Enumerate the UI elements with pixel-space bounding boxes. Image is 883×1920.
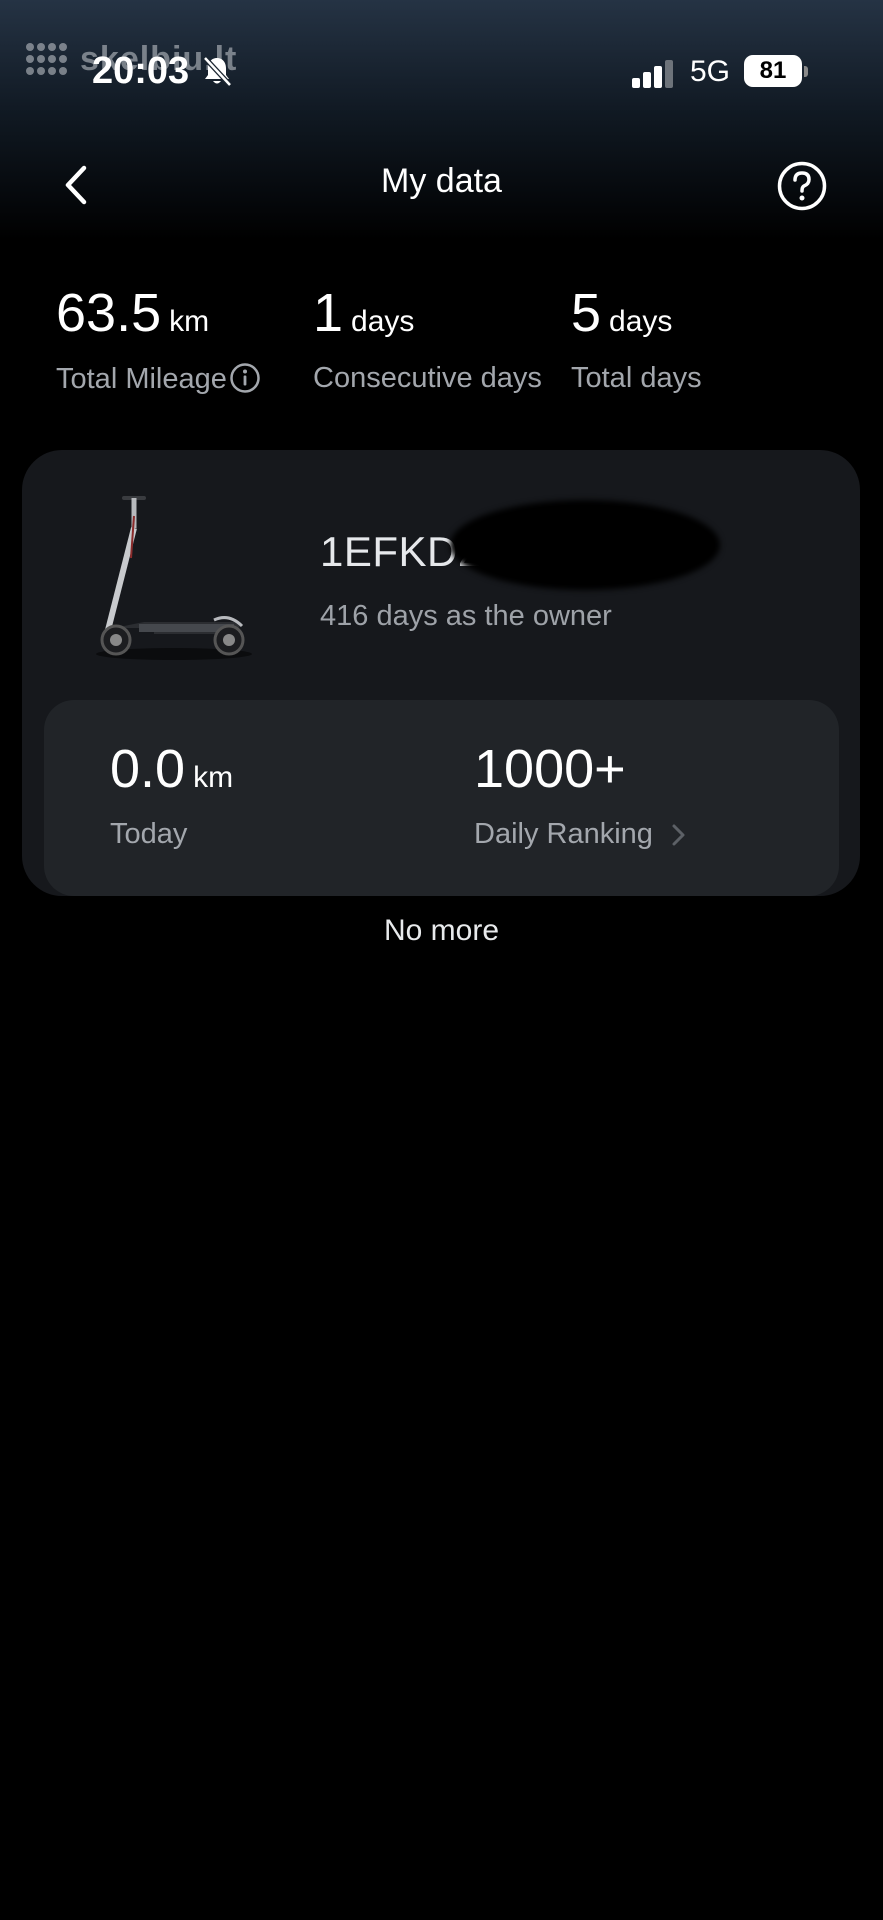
no-more-text: No more [383, 914, 500, 947]
consecutive-days-stat: 1 days [313, 282, 414, 344]
total-mileage-label-row: Total Mileage [56, 362, 261, 396]
info-icon[interactable] [229, 362, 261, 394]
daily-ranking-label: Daily Ranking [474, 818, 653, 850]
daily-ranking-value: 1000+ [474, 739, 626, 799]
signal-icon [632, 60, 673, 88]
chevron-right-icon [672, 824, 685, 845]
today-unit: km [193, 761, 234, 794]
total-mileage-value: 63.5 [56, 283, 162, 343]
today-label: Today [110, 818, 188, 850]
today-stat: 0.0 km [110, 738, 233, 800]
total-mileage-stat: 63.5 km [56, 282, 209, 344]
page-title: My data [381, 162, 502, 200]
bell-off-icon [203, 56, 232, 87]
network-label: 5G [690, 55, 731, 88]
scooter-image [96, 496, 252, 660]
today-value: 0.0 [110, 739, 186, 799]
total-days-stat: 5 days [571, 282, 672, 344]
consecutive-days-label: Consecutive days [313, 362, 542, 394]
status-bar: skelbiu.lt 20:03 5G 81 [0, 0, 883, 130]
status-time: 20:03 [92, 50, 190, 92]
redaction-blob [450, 500, 720, 590]
battery-indicator: 81 [744, 55, 802, 87]
watermark-logo-icon [26, 42, 70, 77]
daily-ranking-link[interactable]: Daily Ranking [474, 818, 689, 851]
help-button[interactable] [776, 160, 828, 212]
consecutive-days-value: 1 [313, 283, 344, 343]
total-days-unit: days [609, 305, 673, 338]
total-mileage-unit: km [169, 305, 210, 338]
owner-days: 416 days as the owner [320, 600, 612, 632]
consecutive-days-unit: days [351, 305, 415, 338]
total-mileage-label: Total Mileage [56, 363, 227, 395]
battery-tip [804, 66, 808, 77]
total-days-value: 5 [571, 283, 602, 343]
total-days-label: Total days [571, 362, 702, 394]
